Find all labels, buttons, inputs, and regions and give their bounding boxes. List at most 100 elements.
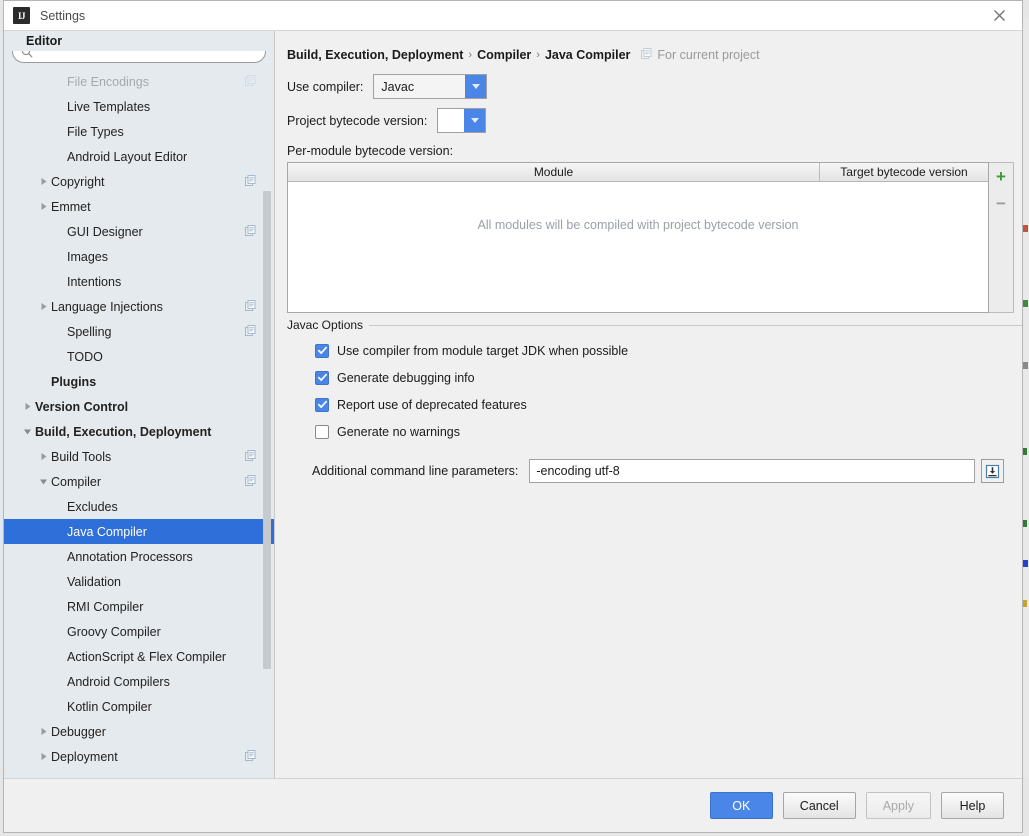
sidebar-item-file-encodings[interactable]: File Encodings: [4, 69, 274, 94]
table-side-toolbar: + −: [989, 162, 1014, 313]
sidebar-item-label: Build Tools: [51, 450, 111, 464]
copy-settings-icon: [245, 225, 256, 239]
javac-options-group: Javac Options Use compiler from module t…: [287, 325, 1022, 483]
breadcrumb-part-0[interactable]: Build, Execution, Deployment: [287, 48, 463, 62]
table-body[interactable]: All modules will be compiled with projec…: [288, 182, 988, 312]
sidebar-item-label: File Encodings: [67, 75, 149, 89]
chevron-right-icon[interactable]: [36, 202, 51, 211]
chevron-down-icon[interactable]: [465, 75, 486, 98]
chevron-right-icon[interactable]: [36, 727, 51, 736]
sidebar-item-emmet[interactable]: Emmet: [4, 194, 274, 219]
column-header-module[interactable]: Module: [288, 163, 820, 181]
sidebar-item-label: Build, Execution, Deployment: [35, 425, 211, 439]
chevron-right-icon[interactable]: [36, 452, 51, 461]
sidebar-item-label: TODO: [67, 350, 103, 364]
sidebar-item-excludes[interactable]: Excludes: [4, 494, 274, 519]
sidebar-item-annotation-processors[interactable]: Annotation Processors: [4, 544, 274, 569]
sidebar-item-java-compiler[interactable]: Java Compiler: [4, 519, 274, 544]
checkbox-label: Generate debugging info: [337, 371, 475, 385]
breadcrumb-separator: ›: [536, 49, 540, 61]
search-icon: [21, 46, 33, 58]
search-box[interactable]: [12, 40, 266, 63]
chevron-right-icon[interactable]: [36, 177, 51, 186]
sidebar-scrollbar[interactable]: [263, 191, 271, 669]
copy-settings-icon: [245, 450, 256, 464]
settings-tree[interactable]: File Encodings Live TemplatesFile Types An…: [4, 69, 274, 778]
sidebar-item-label: Spelling: [67, 325, 111, 339]
use-compiler-value: Javac: [374, 75, 465, 98]
copy-settings-icon: [245, 475, 256, 489]
sidebar-item-deployment[interactable]: Deployment: [4, 744, 274, 769]
checkbox-row-3[interactable]: Generate no warnings: [315, 418, 1022, 445]
sidebar-item-spelling[interactable]: Spelling: [4, 319, 274, 344]
sidebar-item-compiler[interactable]: Compiler: [4, 469, 274, 494]
sidebar-item-gui-designer[interactable]: GUI Designer: [4, 219, 274, 244]
expand-field-icon[interactable]: [981, 459, 1004, 483]
close-icon[interactable]: [977, 1, 1022, 30]
background-fleck: [1023, 560, 1028, 567]
minus-icon[interactable]: −: [991, 193, 1012, 214]
sidebar-item-build-tools[interactable]: Build Tools: [4, 444, 274, 469]
sidebar-item-label: Validation: [67, 575, 121, 589]
help-button[interactable]: Help: [941, 792, 1004, 819]
use-compiler-combobox[interactable]: Javac: [373, 74, 487, 99]
sidebar-item-copyright[interactable]: Copyright: [4, 169, 274, 194]
sidebar-item-debugger[interactable]: Debugger: [4, 719, 274, 744]
copy-settings-icon: [245, 175, 256, 189]
copy-settings-icon: [641, 48, 652, 62]
javac-options-legend: Javac Options: [287, 318, 369, 332]
sidebar-item-kotlin-compiler[interactable]: Kotlin Compiler: [4, 694, 274, 719]
sidebar-item-validation[interactable]: Validation: [4, 569, 274, 594]
sidebar-item-android-layout-editor[interactable]: Android Layout Editor: [4, 144, 274, 169]
checkbox-1[interactable]: [315, 371, 329, 385]
project-bytecode-label: Project bytecode version:: [287, 114, 427, 128]
checkbox-2[interactable]: [315, 398, 329, 412]
chevron-right-icon[interactable]: [36, 752, 51, 761]
sidebar-item-label: Deployment: [51, 750, 118, 764]
background-fleck: [1023, 225, 1028, 232]
checkbox-row-2[interactable]: Report use of deprecated features: [315, 391, 1022, 418]
chevron-right-icon[interactable]: [20, 402, 35, 411]
checkbox-row-0[interactable]: Use compiler from module target JDK when…: [315, 337, 1022, 364]
cancel-button[interactable]: Cancel: [783, 792, 856, 819]
chevron-down-icon[interactable]: [20, 428, 35, 436]
sidebar-item-plugins[interactable]: Plugins: [4, 369, 274, 394]
checkbox-0[interactable]: [315, 344, 329, 358]
sidebar-item-label: Java Compiler: [67, 525, 147, 539]
background-fleck: [1023, 300, 1028, 307]
sidebar-item-android-compilers[interactable]: Android Compilers: [4, 669, 274, 694]
sidebar-item-label: Excludes: [67, 500, 118, 514]
sidebar-item-label: Annotation Processors: [67, 550, 193, 564]
chevron-right-icon[interactable]: [36, 302, 51, 311]
chevron-down-icon[interactable]: [464, 109, 485, 132]
chevron-down-icon[interactable]: [36, 478, 51, 486]
sidebar-item-images[interactable]: Images: [4, 244, 274, 269]
sidebar-item-rmi-compiler[interactable]: RMI Compiler: [4, 594, 274, 619]
project-bytecode-value: [438, 109, 464, 132]
ok-button[interactable]: OK: [710, 792, 773, 819]
intellij-idea-icon: IJ: [13, 7, 30, 24]
plus-icon[interactable]: +: [991, 166, 1012, 187]
sidebar-item-intentions[interactable]: Intentions: [4, 269, 274, 294]
sidebar-item-file-types[interactable]: File Types: [4, 119, 274, 144]
sidebar-item-live-templates[interactable]: Live Templates: [4, 94, 274, 119]
project-bytecode-combobox[interactable]: [437, 108, 486, 133]
sidebar-item-version-control[interactable]: Version Control: [4, 394, 274, 419]
sidebar-item-build-execution-deployment[interactable]: Build, Execution, Deployment: [4, 419, 274, 444]
apply-button[interactable]: Apply: [866, 792, 931, 819]
project-bytecode-row: Project bytecode version:: [275, 108, 1022, 133]
checkbox-label: Report use of deprecated features: [337, 398, 527, 412]
sidebar-item-groovy-compiler[interactable]: Groovy Compiler: [4, 619, 274, 644]
sidebar-item-language-injections[interactable]: Language Injections: [4, 294, 274, 319]
checkbox-3[interactable]: [315, 425, 329, 439]
sidebar-item-todo[interactable]: TODO: [4, 344, 274, 369]
additional-params-input[interactable]: [529, 459, 975, 483]
checkbox-row-1[interactable]: Generate debugging info: [315, 364, 1022, 391]
sidebar-item-actionscript-flex-compiler[interactable]: ActionScript & Flex Compiler: [4, 644, 274, 669]
column-header-target-bytecode-version[interactable]: Target bytecode version: [820, 163, 988, 181]
sidebar-item-label: Android Layout Editor: [67, 150, 187, 164]
search-input[interactable]: [38, 45, 257, 59]
copy-settings-icon: [245, 75, 256, 89]
sidebar-item-label: Intentions: [67, 275, 121, 289]
breadcrumb-part-1[interactable]: Compiler: [477, 48, 531, 62]
